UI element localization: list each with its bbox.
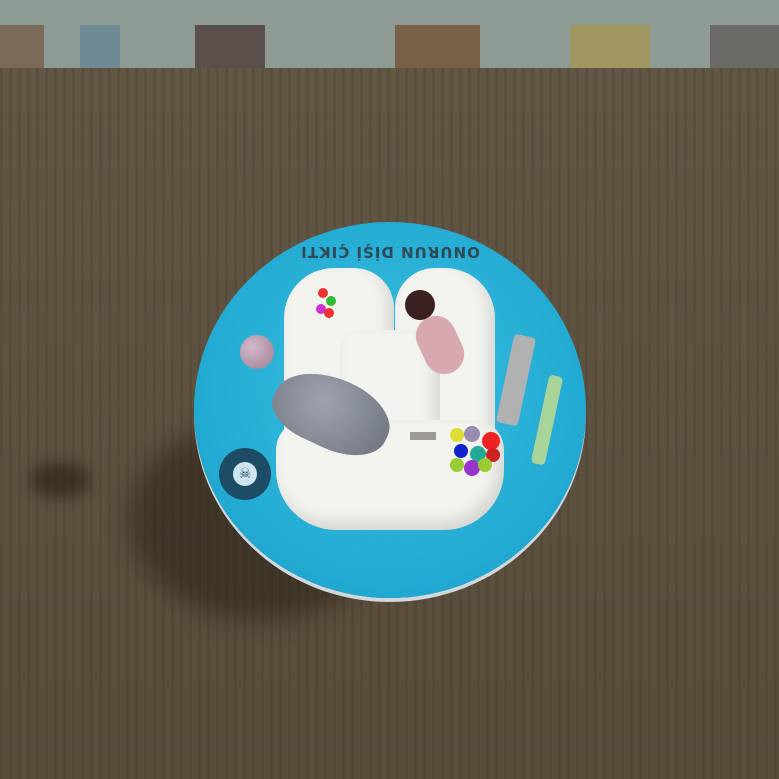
- pink-ball: [240, 335, 274, 369]
- balloon: [326, 296, 336, 306]
- wall-tile: [710, 25, 779, 70]
- logo-medallion: ☠: [219, 448, 271, 500]
- wall-tile: [570, 25, 650, 70]
- wall-tile: [80, 25, 120, 70]
- wall-tile: [195, 25, 265, 70]
- balloon: [324, 308, 334, 318]
- cake-inscription: ONURUN DİŞİ ÇIKTI: [300, 243, 480, 261]
- balloon: [464, 426, 480, 442]
- skull-logo-icon: ☠: [233, 462, 257, 486]
- balloon: [450, 428, 464, 442]
- key-figure: [410, 432, 436, 440]
- wall: [0, 0, 779, 70]
- balloon: [478, 458, 492, 472]
- balloon: [454, 444, 468, 458]
- wall-tile: [0, 25, 44, 70]
- wall-tile: [395, 25, 480, 70]
- object-shadow: [30, 462, 90, 498]
- balloon: [450, 458, 464, 472]
